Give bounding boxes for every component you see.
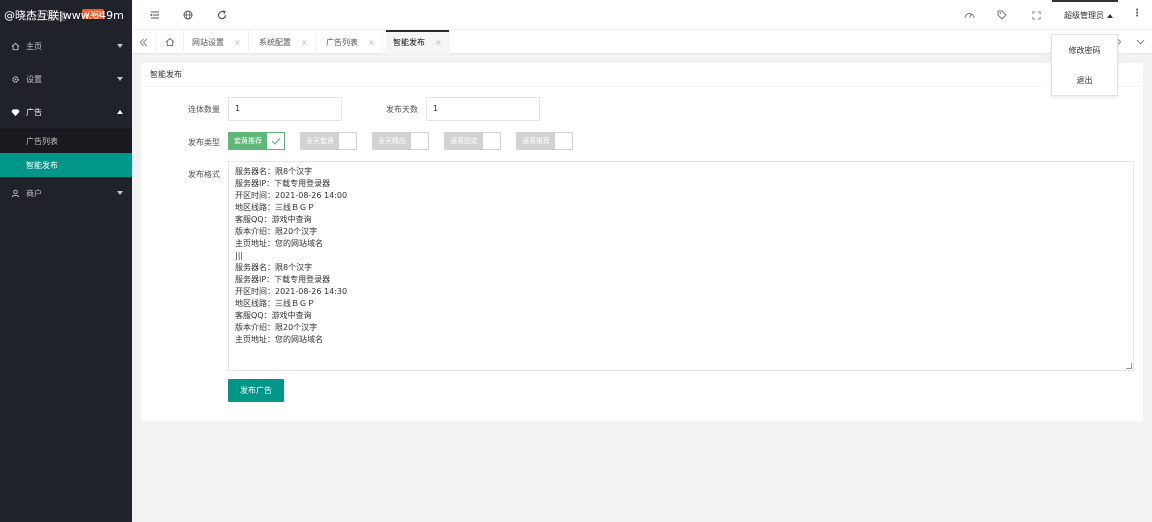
resize-handle[interactable]	[1126, 363, 1132, 369]
sidebar-item-label: 设置	[26, 75, 42, 84]
chevron-down-icon	[117, 44, 123, 48]
checkbox-box	[483, 133, 500, 149]
checkbox-label: 全天套黄	[301, 133, 339, 149]
fullscreen-icon[interactable]	[1030, 9, 1042, 21]
days-input[interactable]: 1	[426, 97, 540, 121]
tab-site-settings[interactable]: 网站设置 ×	[185, 30, 249, 54]
format-line: 客服QQ：游戏中查询	[235, 311, 312, 320]
logout-item[interactable]: 退出	[1052, 65, 1117, 95]
change-password-item[interactable]: 修改密码	[1052, 35, 1117, 65]
format-line: 主页地址：您的网站域名	[235, 335, 323, 344]
tag-icon[interactable]	[996, 9, 1008, 21]
tab-system-config[interactable]: 系统配置 ×	[252, 30, 316, 54]
admin-menu[interactable]: 超级管理员	[1064, 10, 1113, 21]
watermark-text: @晓杰互联|www.649m	[4, 9, 124, 22]
type-checkbox-1[interactable]: 全天套黄	[300, 132, 357, 150]
tab-ad-list[interactable]: 广告列表 ×	[319, 30, 383, 54]
sidebar-item-home[interactable]: 主页	[0, 30, 132, 63]
type-label: 发布类型	[188, 138, 220, 147]
sidebar-subitem-ad-list[interactable]: 广告列表	[0, 129, 132, 153]
diamond-icon	[11, 108, 20, 117]
chevron-down-icon	[117, 191, 123, 195]
sidebar-item-settings[interactable]: 设置	[0, 63, 132, 96]
tab-smart-publish[interactable]: 智能发布 ×	[386, 30, 450, 54]
close-icon[interactable]: ×	[234, 38, 241, 47]
chevron-down-icon	[117, 77, 123, 81]
card-title: 智能发布	[141, 63, 1143, 87]
format-textarea[interactable]: 服务器名：限8个汉字 服务器IP：下载专用登录器 开区时间：2021-08-26…	[228, 161, 1134, 371]
tabs-dropdown-icon[interactable]	[1128, 30, 1152, 54]
more-options-icon[interactable]: ⋮	[1132, 8, 1142, 19]
sidebar-item-label: 主页	[26, 42, 42, 51]
format-line: 地区线路：三线ＢＧＰ	[235, 299, 315, 308]
checkbox-label: 套黄推荐	[229, 133, 267, 149]
user-icon	[11, 189, 20, 198]
tab-label: 广告列表	[326, 37, 358, 47]
publish-ad-button[interactable]: 发布广告	[228, 379, 284, 402]
menu-toggle-icon[interactable]	[149, 9, 161, 21]
sidebar-submenu: 广告列表 智能发布	[0, 129, 132, 177]
home-icon	[11, 42, 20, 51]
format-line: 主页地址：您的网站域名	[235, 239, 323, 248]
sidebar-item-ads[interactable]: 广告	[0, 96, 132, 129]
tab-label: 智能发布	[393, 37, 425, 47]
check-icon	[267, 133, 284, 149]
checkbox-box	[339, 133, 356, 149]
sidebar-item-label: 商户	[26, 189, 42, 198]
sidebar-item-label: 广告	[26, 108, 42, 117]
sidebar-subitem-smart-publish[interactable]: 智能发布	[0, 153, 132, 177]
admin-active-indicator	[1052, 0, 1118, 2]
checkbox-box	[555, 133, 572, 149]
checkbox-label: 全天精品	[373, 133, 411, 149]
sidebar: 后台管理 V1.0 @晓杰互联|www.649m 主页 设置 广告 广告列表 智…	[0, 0, 132, 522]
tabs-bar: 网站设置 × 系统配置 × 广告列表 × 智能发布 ×	[132, 30, 1152, 54]
tab-home-icon[interactable]	[156, 30, 184, 54]
close-icon[interactable]: ×	[435, 38, 442, 47]
format-line: 服务器IP：下载专用登录器	[235, 179, 331, 188]
type-checkbox-2[interactable]: 全天精品	[372, 132, 429, 150]
format-line: 版本介绍：限20个汉字	[235, 227, 318, 236]
days-label: 发布天数	[386, 105, 418, 114]
chevron-up-icon	[1107, 13, 1113, 18]
checkbox-box	[411, 133, 428, 149]
type-checkbox-3[interactable]: 通宵固定	[444, 132, 501, 150]
format-label: 发布格式	[188, 170, 220, 179]
close-icon[interactable]: ×	[301, 38, 308, 47]
format-line: 版本介绍：限20个汉字	[235, 323, 318, 332]
globe-icon[interactable]	[182, 9, 194, 21]
dashboard-icon[interactable]	[963, 9, 975, 21]
close-icon[interactable]: ×	[368, 38, 375, 47]
settings-icon	[11, 75, 20, 84]
tabs-scroll-left-icon[interactable]	[132, 30, 156, 54]
format-line: 服务器IP：下载专用登录器	[235, 275, 331, 284]
format-line: 开区时间：2021-08-26 14:30	[235, 287, 348, 296]
format-line: 服务器名：限8个汉字	[235, 167, 313, 176]
count-label: 连体数量	[188, 105, 220, 114]
logo[interactable]: 后台管理 V1.0 @晓杰互联|www.649m	[0, 0, 132, 30]
format-line: 地区线路：三线ＢＧＰ	[235, 203, 315, 212]
checkbox-label: 通宵固定	[445, 133, 483, 149]
sidebar-item-merchant[interactable]: 商户	[0, 177, 132, 210]
top-header: 超级管理员 ⋮	[132, 0, 1152, 30]
chevron-up-icon	[117, 110, 123, 114]
tab-label: 网站设置	[192, 37, 224, 47]
smart-publish-card: 智能发布 连体数量 1 发布天数 1 发布类型 套黄推荐 全天套黄 全天精品 通…	[141, 63, 1143, 421]
count-input[interactable]: 1	[228, 97, 342, 121]
checkbox-label: 通宵推荐	[517, 133, 555, 149]
format-line: 客服QQ：游戏中查询	[235, 215, 312, 224]
type-checkbox-0[interactable]: 套黄推荐	[228, 132, 285, 150]
format-line: 服务器名：限8个汉字	[235, 263, 313, 272]
tab-label: 系统配置	[259, 37, 291, 47]
refresh-icon[interactable]	[216, 9, 228, 21]
admin-name: 超级管理员	[1064, 11, 1104, 20]
type-checkbox-4[interactable]: 通宵推荐	[516, 132, 573, 150]
admin-dropdown: 修改密码 退出	[1051, 34, 1118, 96]
format-line: 开区时间：2021-08-26 14:00	[235, 191, 348, 200]
format-line: |||	[235, 251, 244, 260]
